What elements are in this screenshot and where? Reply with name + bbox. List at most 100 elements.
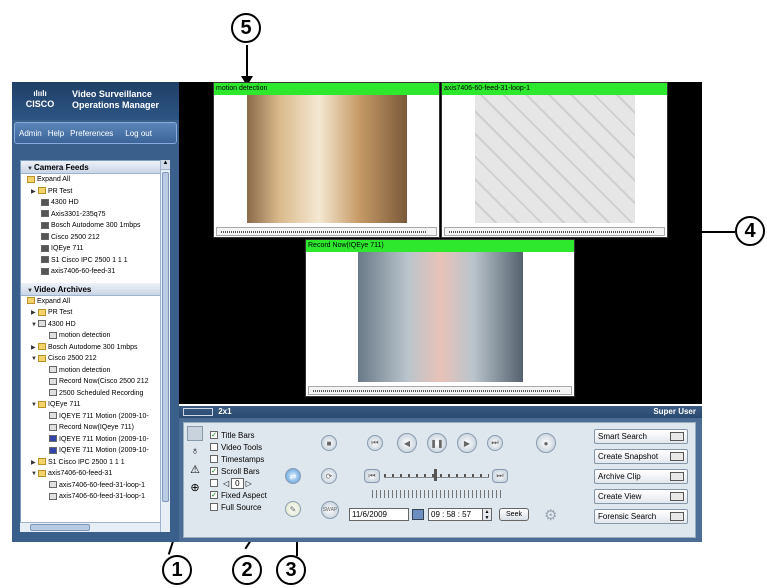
skip-back-button[interactable]: ⏮ — [367, 435, 383, 451]
camera-feeds-header[interactable]: ▼Camera Feeds — [21, 161, 169, 174]
tree-item[interactable]: IQEYE 711 Motion (2009-10- — [21, 434, 169, 446]
swap-button[interactable]: SWAP — [321, 501, 339, 519]
tree-item[interactable]: 4300 HD — [21, 197, 169, 209]
video-pane-motion-detection[interactable]: motion detection — [213, 82, 440, 238]
tree-item[interactable]: Record Now(Cisco 2500 212 — [21, 376, 169, 388]
jump-forward-button[interactable]: ⏭ — [492, 469, 508, 483]
video-pane-axis-loop[interactable]: axis7406-60-feed-31-loop-1 — [441, 82, 668, 238]
play-button[interactable]: ▶ — [457, 433, 477, 453]
archive-clip-button[interactable]: Archive Clip — [594, 469, 688, 484]
video-viewport: motion detection axis7406-60-feed-31-loo… — [179, 82, 702, 404]
tree-item[interactable]: ▼ 4300 HD — [21, 319, 169, 331]
tree-item[interactable]: Bosch Autodome 300 1mbps — [21, 220, 169, 232]
stop-button[interactable]: ■ — [321, 435, 337, 451]
tree-horizontal-scrollbar[interactable] — [20, 522, 160, 532]
archive-folder-icon — [38, 458, 46, 466]
decrement-icon[interactable]: ◁ — [223, 479, 229, 488]
tree-item[interactable]: motion detection — [21, 330, 169, 342]
tree-item[interactable]: axis7406-60-feed-31 — [21, 266, 169, 278]
tree-item[interactable]: motion detection — [21, 365, 169, 377]
option-timestamps[interactable]: Timestamps — [210, 453, 267, 465]
checkbox[interactable]: ✓ — [210, 491, 218, 499]
checkbox[interactable] — [210, 455, 218, 463]
increment-icon[interactable]: ▷ — [246, 479, 252, 488]
jump-back-button[interactable]: ⏮ — [364, 469, 380, 483]
tree-item[interactable]: 2500 Scheduled Recording — [21, 388, 169, 400]
tool-icons: ♁ ⚠ ⊕ — [187, 426, 203, 495]
step-back-button[interactable]: ◀ — [397, 433, 417, 453]
tree-item-label: IQEye 711 — [51, 245, 84, 252]
add-icon[interactable]: ⊕ — [187, 481, 203, 495]
sync-button[interactable]: ⇄ — [285, 468, 301, 484]
time-spinner-icon[interactable]: ▲ ▼ — [482, 508, 492, 521]
tree-item[interactable]: ▼ IQEye 711 — [21, 399, 169, 411]
pen-button[interactable]: ✎ — [285, 501, 301, 517]
tree-item[interactable]: ▼ Cisco 2500 212 — [21, 353, 169, 365]
clip-icon — [49, 481, 57, 489]
tree-item[interactable]: Axis3301-235q75 — [21, 209, 169, 221]
option-fixed-aspect[interactable]: ✓ Fixed Aspect — [210, 489, 267, 501]
tree-item[interactable]: Expand All — [21, 174, 169, 186]
tree-vertical-scrollbar[interactable]: ▲ — [160, 160, 170, 532]
checkbox[interactable] — [210, 479, 218, 487]
speed-slider[interactable] — [372, 490, 502, 498]
option-video-tools[interactable]: Video Tools — [210, 441, 267, 453]
scroll-thumb[interactable] — [162, 172, 169, 502]
timeline-thumb[interactable] — [434, 469, 437, 481]
ptz-icon[interactable]: ♁ — [187, 445, 203, 459]
checkbox[interactable]: ✓ — [210, 467, 218, 475]
pane-scrollbar[interactable] — [444, 227, 665, 236]
nav-help[interactable]: Help — [48, 129, 64, 138]
pane-scrollbar[interactable] — [216, 227, 437, 236]
tree-item[interactable]: ▶ Bosch Autodome 300 1mbps — [21, 342, 169, 354]
tree-item[interactable]: axis7406-60-feed-31-loop-1 — [21, 480, 169, 492]
date-field[interactable]: 11/6/2009 — [349, 508, 409, 521]
loop-button[interactable]: ⟳ — [321, 468, 337, 484]
tree-item[interactable]: ▶ S1 Cisco IPC 2500 1 1 1 — [21, 457, 169, 469]
layout-selector-icon[interactable] — [183, 407, 213, 416]
tree-item[interactable]: IQEye 711 — [21, 243, 169, 255]
scroll-up-icon[interactable]: ▲ — [161, 160, 170, 170]
seek-button[interactable]: Seek — [499, 508, 529, 521]
nav-logout[interactable]: Log out — [125, 129, 152, 138]
record-button[interactable]: ● — [536, 433, 556, 453]
option-full-source[interactable]: Full Source — [210, 501, 267, 513]
hscroll-thumb[interactable] — [30, 524, 90, 531]
pane-scrollbar[interactable] — [308, 386, 572, 395]
tree-item[interactable]: ▶ PR Test — [21, 307, 169, 319]
time-field[interactable]: 09 : 58 : 57 — [428, 508, 485, 521]
tree-item[interactable]: IQEYE 711 Motion (2009-10- — [21, 411, 169, 423]
tree-item[interactable]: Record Now(IQeye 711) — [21, 422, 169, 434]
stepper-value[interactable]: 0 — [231, 477, 244, 489]
calendar-icon[interactable] — [412, 509, 424, 520]
video-pane-record-now[interactable]: Record Now(IQEye 711) — [305, 239, 575, 397]
pause-button[interactable]: ❚❚ — [427, 433, 447, 453]
alert-icon[interactable]: ⚠ — [187, 463, 203, 477]
tree-item-label: Record Now(Cisco 2500 212 — [59, 378, 149, 385]
tree-item[interactable]: Cisco 2500 212 — [21, 232, 169, 244]
create-view-button[interactable]: Create View — [594, 489, 688, 504]
tree-item[interactable]: Expand All — [21, 296, 169, 308]
forensic-search-button[interactable]: Forensic Search — [594, 509, 688, 524]
create-snapshot-button[interactable]: Create Snapshot — [594, 449, 688, 464]
nav-preferences[interactable]: Preferences — [70, 129, 113, 138]
search-icon — [670, 512, 684, 521]
nav-admin[interactable]: Admin — [19, 129, 42, 138]
tree-item[interactable]: S1 Cisco IPC 2500 1 1 1 — [21, 255, 169, 267]
video-archives-header[interactable]: ▼Video Archives — [21, 282, 169, 296]
checkbox[interactable]: ✓ — [210, 431, 218, 439]
clip-icon — [49, 366, 57, 374]
tree-item[interactable]: IQEYE 711 Motion (2009-10- — [21, 445, 169, 457]
skip-forward-button[interactable]: ⏭ — [487, 435, 503, 451]
checkbox[interactable] — [210, 443, 218, 451]
tree-item[interactable]: ▶ PR Test — [21, 186, 169, 198]
checkbox[interactable] — [210, 503, 218, 511]
option-title-bars[interactable]: ✓ Title Bars — [210, 429, 267, 441]
tree-item[interactable]: ▼ axis7406-60-feed-31 — [21, 468, 169, 480]
tree-item[interactable]: axis7406-60-feed-31-loop-1 — [21, 491, 169, 503]
settings-gear-icon[interactable]: ⚙ — [544, 506, 557, 524]
pane-title-bar: motion detection — [214, 83, 439, 95]
camera-control-icon[interactable] — [187, 426, 203, 441]
option-scroll-bars[interactable]: ✓ Scroll Bars — [210, 465, 267, 477]
smart-search-button[interactable]: Smart Search — [594, 429, 688, 444]
